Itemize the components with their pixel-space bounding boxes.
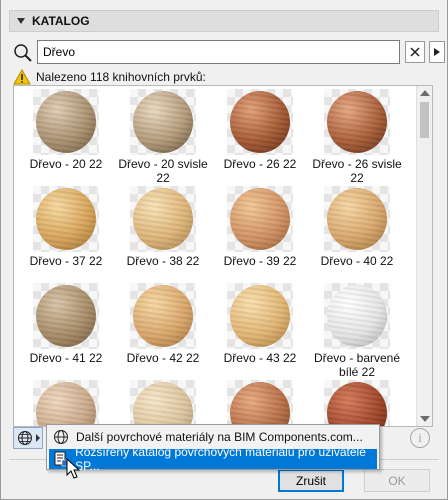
mouse-cursor-icon xyxy=(66,458,81,479)
material-preview xyxy=(227,89,293,155)
grid-scrollbar[interactable] xyxy=(416,86,432,426)
menu-item-label: Další povrchové materiály na BIM Compone… xyxy=(76,430,363,444)
material-preview xyxy=(33,186,99,252)
material-sphere xyxy=(327,285,387,347)
material-label: Dřevo - 20 svisle 22 xyxy=(118,157,208,185)
close-icon xyxy=(410,47,420,57)
material-tile[interactable] xyxy=(18,380,114,426)
material-preview xyxy=(33,283,99,349)
material-preview xyxy=(130,186,196,252)
search-input[interactable] xyxy=(37,40,400,64)
clear-search-button[interactable] xyxy=(405,41,425,63)
scroll-down-icon[interactable] xyxy=(420,416,430,422)
material-sphere xyxy=(230,285,290,347)
material-sphere xyxy=(36,188,96,250)
search-icon xyxy=(14,44,32,62)
scroll-thumb[interactable] xyxy=(420,102,429,138)
material-tile[interactable] xyxy=(115,380,211,426)
material-preview xyxy=(130,89,196,155)
material-tile[interactable] xyxy=(309,380,405,426)
material-label: Dřevo - 41 22 xyxy=(29,351,103,365)
material-sphere xyxy=(133,285,193,347)
menu-item-extended-catalog[interactable]: Rozšířený katalog povrchových materiálů … xyxy=(49,445,377,473)
material-preview xyxy=(324,89,390,155)
material-preview xyxy=(227,380,293,426)
menu-item-label: Rozšířený katalog povrchových materiálů … xyxy=(75,445,366,473)
material-label: Dřevo - 38 22 xyxy=(126,254,200,268)
material-label: Dřevo - barvené bílé 22 xyxy=(313,351,401,379)
material-sphere xyxy=(327,188,387,250)
material-label: Dřevo - 40 22 xyxy=(320,254,394,268)
material-preview xyxy=(130,380,196,426)
material-preview xyxy=(227,186,293,252)
material-label: Dřevo - 26 22 xyxy=(223,157,297,171)
material-preview xyxy=(324,186,390,252)
globe-icon xyxy=(52,428,70,446)
menu-arrow-icon xyxy=(36,434,40,442)
material-label: Dřevo - 37 22 xyxy=(29,254,103,268)
scroll-up-icon[interactable] xyxy=(420,90,430,96)
material-sphere xyxy=(133,91,193,153)
results-count-text: Nalezeno 118 knihovních prvků: xyxy=(36,70,206,84)
info-icon[interactable]: i xyxy=(410,428,430,448)
material-label: Dřevo - 20 22 xyxy=(29,157,103,171)
material-sphere xyxy=(36,91,96,153)
material-label: Dřevo - 26 svisle 22 xyxy=(312,157,402,185)
material-preview xyxy=(324,283,390,349)
material-sphere xyxy=(327,91,387,153)
search-row xyxy=(13,40,445,64)
material-sphere xyxy=(133,188,193,250)
material-preview xyxy=(324,380,390,426)
chevron-right-icon xyxy=(434,48,440,56)
globe-icon xyxy=(18,431,32,445)
material-preview xyxy=(227,283,293,349)
online-catalog-button[interactable] xyxy=(13,427,43,449)
material-preview xyxy=(33,380,99,426)
material-tile[interactable] xyxy=(212,380,308,426)
material-preview xyxy=(33,89,99,155)
material-sphere xyxy=(230,188,290,250)
search-options-button[interactable] xyxy=(429,41,445,63)
material-sphere xyxy=(230,91,290,153)
warning-icon xyxy=(13,69,31,85)
material-sphere xyxy=(36,285,96,347)
material-preview xyxy=(130,283,196,349)
material-label: Dřevo - 43 22 xyxy=(223,351,297,365)
catalog-section-header[interactable]: KATALOG xyxy=(9,10,439,32)
status-row: Nalezeno 118 knihovních prvků: xyxy=(13,68,206,86)
catalog-title: KATALOG xyxy=(32,14,90,28)
material-grid: Dřevo - 20 22 Dřevo - 20 svisle 22 Dřevo -… xyxy=(13,85,433,427)
material-label: Dřevo - 39 22 xyxy=(223,254,297,268)
collapse-triangle-icon[interactable] xyxy=(17,18,25,24)
material-label: Dřevo - 42 22 xyxy=(126,351,200,365)
online-catalog-menu: Další povrchové materiály na BIM Compone… xyxy=(46,424,380,473)
menu-item-bim-components[interactable]: Další povrchové materiály na BIM Compone… xyxy=(49,427,377,447)
